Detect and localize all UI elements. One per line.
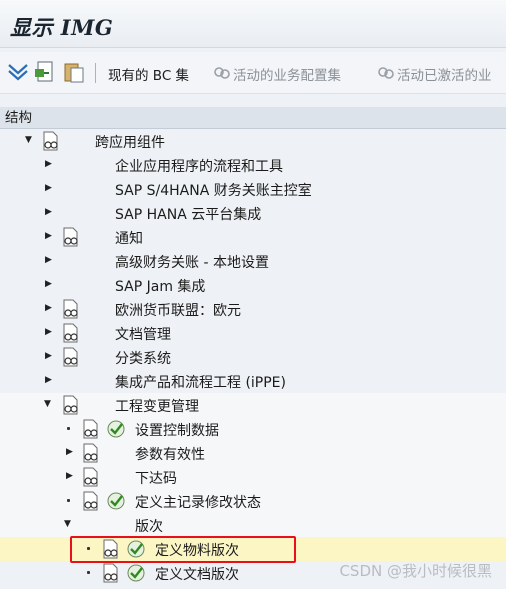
tree-node-label: SAP HANA 云平台集成 xyxy=(115,207,262,223)
tree-node-label: 设置控制数据 xyxy=(135,423,219,439)
expand-arrow-icon[interactable]: ▶ xyxy=(45,375,55,385)
tree-node-label: 文档管理 xyxy=(115,327,171,343)
tree-node-label: 分类系统 xyxy=(115,351,171,367)
expand-all-icon[interactable] xyxy=(6,60,30,84)
document-glasses-icon xyxy=(63,323,78,343)
tree-node-label: 版次 xyxy=(135,519,163,535)
document-glasses-icon xyxy=(83,491,98,511)
expand-arrow-icon[interactable]: ▶ xyxy=(45,279,55,289)
expand-arrow-icon[interactable]: ▶ xyxy=(66,447,76,457)
tree-node[interactable]: ▶ SAP HANA 云平台集成 xyxy=(0,201,506,225)
tree-node[interactable]: ▶ 欧洲货币联盟：欧元 xyxy=(0,297,506,321)
tree-node-label: 工程变更管理 xyxy=(115,399,199,415)
collapse-arrow-icon[interactable]: ▼ xyxy=(64,519,74,529)
expand-arrow-icon[interactable]: ▶ xyxy=(45,327,55,337)
execute-document-icon[interactable] xyxy=(33,60,57,84)
toolbar: 现有的 BC 集 活动的业务配置集 活动已激活的业 xyxy=(0,52,506,94)
execute-activity-icon[interactable] xyxy=(106,491,126,511)
tree-node[interactable]: ▶ 高级财务关账 - 本地设置 xyxy=(0,249,506,273)
paste-icon[interactable] xyxy=(62,60,86,84)
tree-node-label: 企业应用程序的流程和工具 xyxy=(115,159,283,175)
expand-arrow-icon[interactable]: ▶ xyxy=(45,159,55,169)
leaf-dot xyxy=(87,571,90,574)
expand-arrow-icon[interactable]: ▶ xyxy=(45,255,55,265)
tree-node-label: SAP Jam 集成 xyxy=(115,279,206,295)
tree-node[interactable]: ▶ SAP Jam 集成 xyxy=(0,273,506,297)
tree-node[interactable]: ▶ 下达码 xyxy=(0,465,506,489)
execute-activity-icon[interactable] xyxy=(126,563,146,583)
tree-node[interactable]: ▶ 集成产品和流程工程 (iPPE) xyxy=(0,369,506,393)
document-glasses-icon xyxy=(83,467,98,487)
tree-node-version[interactable]: ▼ 版次 xyxy=(0,513,506,537)
tree-node-root[interactable]: ▼ 跨应用组件 xyxy=(0,129,506,153)
expand-arrow-icon[interactable]: ▶ xyxy=(45,351,55,361)
tree-node-label: 下达码 xyxy=(135,471,177,487)
tree-node-label: 通知 xyxy=(115,231,143,247)
tree-leaf[interactable]: 设置控制数据 xyxy=(0,417,506,441)
collapse-arrow-icon[interactable]: ▼ xyxy=(25,135,35,145)
tree-node-label: 集成产品和流程工程 (iPPE) xyxy=(115,375,286,391)
document-glasses-icon xyxy=(83,419,98,439)
tree-node-label: 参数有效性 xyxy=(135,447,205,463)
window-title: 显示 IMG xyxy=(10,15,114,40)
tree-node[interactable]: ▶ 通知 xyxy=(0,225,506,249)
bc-set-activated-icon xyxy=(378,67,394,79)
tree-node-label: SAP S/4HANA 财务关账主控室 xyxy=(115,183,312,199)
existing-bc-sets-button[interactable]: 现有的 BC 集 xyxy=(108,64,189,84)
expand-arrow-icon[interactable]: ▶ xyxy=(45,207,55,217)
tree-node-label: 欧洲货币联盟：欧元 xyxy=(115,303,241,319)
tree-node-label: 定义主记录修改状态 xyxy=(135,495,261,511)
tree-node[interactable]: ▶ SAP S/4HANA 财务关账主控室 xyxy=(0,177,506,201)
active-bc-sets-button[interactable]: 活动的业务配置集 xyxy=(233,64,341,84)
document-glasses-icon xyxy=(63,395,78,415)
tree-node[interactable]: ▶ 参数有效性 xyxy=(0,441,506,465)
document-glasses-icon xyxy=(103,563,118,583)
expand-arrow-icon[interactable]: ▶ xyxy=(45,231,55,241)
img-tree: ▼ 跨应用组件 ▶ 企业应用程序的流程和工具 ▶ SAP S/4HANA 财务关… xyxy=(0,129,506,589)
structure-column-header: 结构 xyxy=(0,107,506,129)
document-glasses-icon xyxy=(83,443,98,463)
tree-node[interactable]: ▶ 企业应用程序的流程和工具 xyxy=(0,153,506,177)
tree-node-label: 高级财务关账 - 本地设置 xyxy=(115,255,269,271)
tree-node-label: 跨应用组件 xyxy=(95,135,165,151)
document-glasses-icon xyxy=(63,347,78,367)
document-glasses-icon xyxy=(63,299,78,319)
toolbar-separator xyxy=(95,63,96,83)
tree-node-ecm[interactable]: ▼ 工程变更管理 xyxy=(0,393,506,417)
leaf-dot xyxy=(67,427,70,430)
title-bar: 显示 IMG xyxy=(0,0,506,48)
collapse-arrow-icon[interactable]: ▼ xyxy=(44,399,54,409)
tree-leaf[interactable]: 定义主记录修改状态 xyxy=(0,489,506,513)
activated-bc-sets-button[interactable]: 活动已激活的业 xyxy=(397,64,492,84)
document-glasses-icon xyxy=(63,227,78,247)
tree-node[interactable]: ▶ 文档管理 xyxy=(0,321,506,345)
tree-node[interactable]: ▶ 分类系统 xyxy=(0,345,506,369)
red-annotation-box xyxy=(70,536,296,563)
expand-arrow-icon[interactable]: ▶ xyxy=(66,471,76,481)
expand-arrow-icon[interactable]: ▶ xyxy=(45,183,55,193)
watermark: CSDN @我小时候很黑 xyxy=(339,562,492,580)
tree-node-label: 定义文档版次 xyxy=(155,567,239,583)
document-glasses-icon xyxy=(43,131,58,151)
bc-set-icon xyxy=(214,67,230,79)
leaf-dot xyxy=(67,499,70,502)
expand-arrow-icon[interactable]: ▶ xyxy=(45,303,55,313)
execute-activity-icon[interactable] xyxy=(106,419,126,439)
